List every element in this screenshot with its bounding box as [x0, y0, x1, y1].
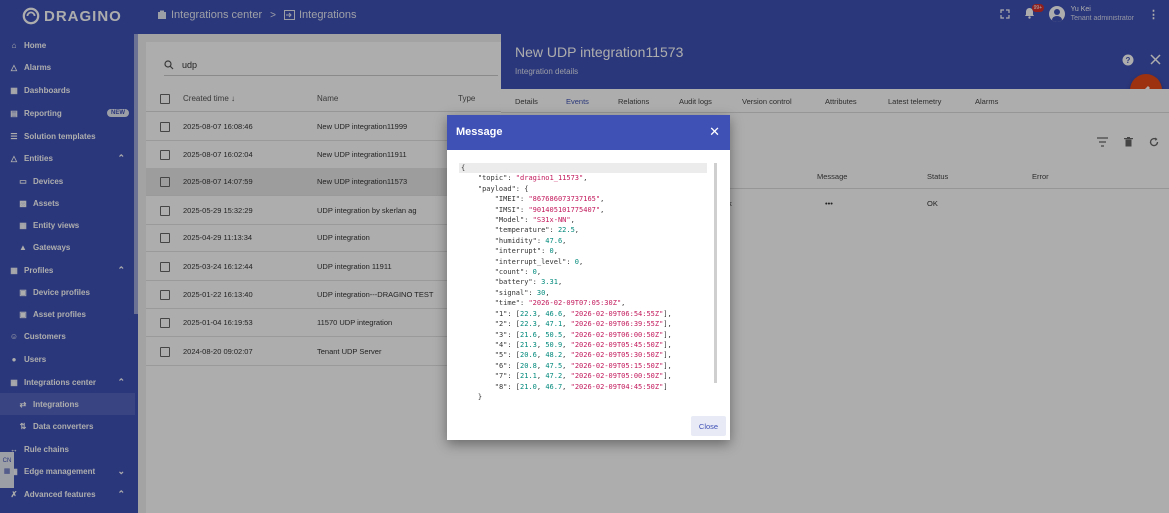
json-history-8: "8": [21.0, 46.7, "2026-02-09T04:45:50Z"…: [494, 382, 668, 391]
json-history-7: "7": [21.1, 47.2, "2026-02-09T05:00:50Z"…: [494, 372, 672, 381]
json-signal: 30: [536, 288, 546, 297]
json-interrupt: 0: [549, 247, 554, 256]
json-history-1: "1": [22.3, 46.6, "2026-02-09T06:54:55Z"…: [494, 309, 672, 318]
dialog-title: Message: [456, 126, 503, 138]
message-dialog: Message ✕ { "topic": "dragino1_11573", "…: [447, 115, 730, 440]
json-imei: 867686073737165: [532, 195, 596, 204]
close-button[interactable]: Close: [691, 416, 726, 436]
json-humidity: 47.6: [545, 236, 563, 245]
json-interrupt-level: 0: [574, 257, 580, 266]
json-topic: dragino1_11573: [520, 174, 580, 183]
json-battery: 3.31: [541, 278, 558, 287]
json-scrollbar[interactable]: [714, 163, 717, 383]
json-history-4: "4": [21.3, 50.9, "2026-02-09T05:45:50Z"…: [494, 340, 672, 349]
json-history-5: "5": [20.6, 48.2, "2026-02-09T05:30:50Z"…: [494, 351, 672, 360]
json-content: { "topic": "dragino1_11573", "payload": …: [461, 164, 672, 400]
json-count: 0: [532, 268, 537, 277]
dialog-header: Message ✕: [447, 115, 730, 150]
json-model: S31x-NN: [536, 216, 567, 225]
json-history-2: "2": [22.3, 47.1, "2026-02-09T06:39:55Z"…: [494, 320, 672, 329]
json-imsi: 901405101775407: [532, 205, 596, 214]
json-time: 2026-02-09T07:05:30Z: [532, 299, 617, 308]
json-viewer[interactable]: { "topic": "dragino1_11573", "payload": …: [459, 163, 717, 400]
json-history-3: "3": [21.6, 50.5, "2026-02-09T06:00:50Z"…: [494, 330, 672, 339]
json-history-6: "6": [20.8, 47.5, "2026-02-09T05:15:50Z"…: [494, 361, 672, 370]
close-icon[interactable]: ✕: [709, 124, 720, 140]
json-temperature: 22.5: [557, 226, 575, 235]
